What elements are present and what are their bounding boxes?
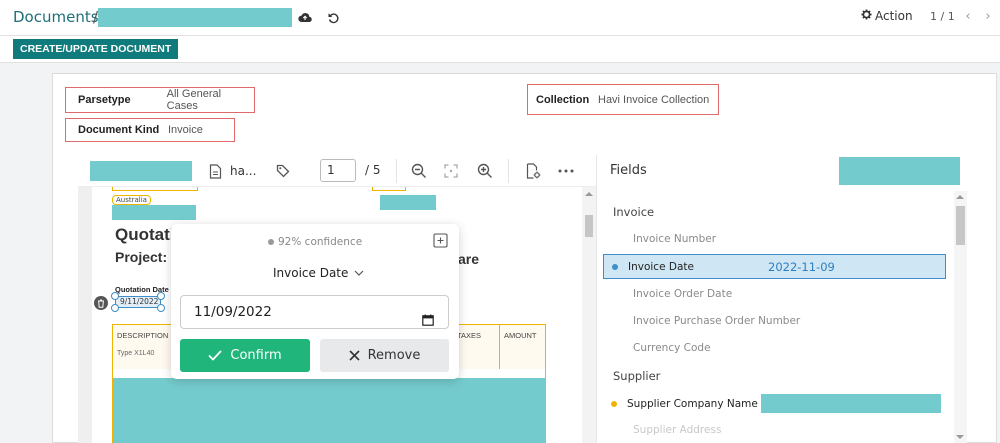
field-currency-code[interactable]: Currency Code — [633, 342, 711, 354]
field-group-supplier: Supplier — [613, 369, 661, 383]
redacted-table-body — [113, 378, 545, 443]
action-menu-button[interactable]: Action — [861, 9, 913, 23]
zoom-out-icon[interactable] — [410, 162, 428, 180]
field-invoice-number[interactable]: Invoice Number — [633, 233, 716, 245]
field-invoice-purchase-order-number[interactable]: Invoice Purchase Order Number — [633, 315, 800, 327]
pdf-scrollbar[interactable] — [582, 187, 596, 443]
fit-page-icon[interactable] — [442, 162, 460, 180]
redacted-text — [380, 195, 436, 210]
pdf-country[interactable]: Australia — [112, 195, 151, 205]
breadcrumb-documents[interactable]: Documents — [13, 8, 99, 26]
field-type-dropdown[interactable]: Invoice Date — [273, 266, 364, 280]
chevron-right-icon[interactable]: › — [981, 8, 995, 24]
collection-label: Collection — [536, 93, 590, 106]
table-divider — [499, 325, 500, 369]
field-supplier-company-name[interactable]: Supplier Company Name — [603, 391, 946, 416]
field-supplier-address[interactable]: Supplier Address — [633, 424, 721, 436]
date-input[interactable]: 11/09/2022 — [180, 295, 449, 329]
control-bar: CREATE/UPDATE DOCUMENT — [0, 36, 1000, 63]
gear-icon — [861, 9, 872, 23]
record-pager: 1 / 1 — [930, 10, 955, 23]
scroll-up-arrow-icon[interactable] — [585, 192, 593, 196]
chevron-left-icon[interactable]: ‹ — [961, 8, 975, 24]
page-number-input[interactable]: 1 — [320, 159, 356, 182]
viewer-toolbar: ha... 1 / 5 — [78, 155, 596, 187]
pdf-title-tail: are — [458, 251, 480, 267]
fields-list: Invoice Invoice Number Invoice Date 2022… — [597, 191, 955, 443]
tag-icon[interactable] — [274, 162, 292, 180]
fields-panel-title: Fields — [610, 163, 647, 178]
col-description: DESCRIPTION — [117, 331, 169, 340]
scroll-down-arrow-icon[interactable] — [956, 435, 964, 439]
create-update-document-button[interactable]: CREATE/UPDATE DOCUMENT — [13, 39, 179, 59]
pdf-project: Project: I — [115, 249, 175, 265]
fields-panel: Fields Invoice Invoice Number Invoice Da… — [596, 155, 967, 443]
expand-add-icon[interactable] — [433, 233, 448, 252]
field-invoice-date-label: Invoice Date — [628, 260, 694, 273]
remove-button[interactable]: Remove — [320, 339, 449, 372]
confirm-label: Confirm — [230, 348, 282, 363]
trash-icon[interactable] — [94, 296, 108, 310]
field-invoice-date-selected[interactable]: Invoice Date 2022-11-09 — [603, 254, 946, 279]
chevron-down-icon — [354, 270, 364, 276]
status-dot — [612, 263, 618, 270]
top-bar: Documents / Action 1 / 1 ‹ › — [0, 0, 1000, 36]
redacted-document-name — [98, 8, 292, 27]
action-label: Action — [875, 9, 913, 23]
col-amount: AMOUNT — [504, 331, 537, 340]
confirm-button[interactable]: Confirm — [180, 339, 310, 372]
status-dot — [611, 400, 617, 407]
toolbar-divider — [396, 159, 397, 183]
redacted-panel-block — [839, 157, 960, 185]
field-group-invoice: Invoice — [613, 205, 655, 219]
file-settings-icon[interactable] — [524, 162, 542, 180]
zoom-in-icon[interactable] — [476, 162, 494, 180]
confidence-dot — [268, 239, 274, 245]
field-invoice-date-value: 2022-11-09 — [768, 259, 835, 274]
resize-handle[interactable] — [157, 304, 165, 312]
document-kind-value: Invoice — [168, 124, 203, 136]
redacted-field-value — [761, 394, 941, 413]
pdf-title: Quotati — [115, 225, 175, 244]
fields-scrollbar[interactable] — [954, 191, 967, 443]
confidence-text: 92% confidence — [278, 236, 363, 248]
file-name: ha... — [230, 164, 257, 178]
more-options-icon[interactable] — [557, 162, 575, 180]
toolbar-divider — [508, 159, 509, 183]
page-total: / 5 — [365, 163, 381, 177]
col-taxes: TAXES — [457, 331, 482, 340]
resize-handle[interactable] — [111, 292, 119, 300]
undo-icon[interactable] — [324, 8, 342, 26]
confidence-indicator: 92% confidence — [268, 236, 362, 248]
parsetype-field[interactable]: Parsetype All General Cases — [65, 87, 255, 113]
document-kind-field[interactable]: Document Kind Invoice — [65, 118, 235, 142]
file-icon[interactable] — [206, 162, 224, 180]
resize-handle[interactable] — [157, 292, 165, 300]
field-invoice-order-date[interactable]: Invoice Order Date — [633, 288, 732, 300]
quotation-date-selection[interactable]: 9/11/2022 — [115, 296, 161, 308]
field-type-label: Invoice Date — [273, 266, 349, 280]
cloud-upload-icon[interactable] — [296, 8, 314, 26]
collection-value: Havi Invoice Collection — [598, 93, 710, 106]
check-icon — [208, 350, 223, 361]
remove-label: Remove — [367, 348, 421, 363]
redacted-toolbar-block — [90, 161, 192, 181]
scroll-up-arrow-icon[interactable] — [956, 195, 964, 199]
parsetype-value: All General Cases — [166, 88, 222, 112]
collection-field[interactable]: Collection Havi Invoice Collection — [527, 84, 719, 115]
pdf-annotation-box — [112, 187, 198, 191]
field-edit-popup: 92% confidence Invoice Date 11/09/2022 C… — [171, 224, 459, 379]
document-kind-label: Document Kind — [78, 124, 160, 136]
pdf-annotation-box — [372, 187, 406, 191]
item-type: Type X1L40 — [117, 350, 155, 357]
redacted-text — [112, 205, 196, 220]
fields-scroll-thumb[interactable] — [956, 206, 965, 245]
date-input-value: 11/09/2022 — [194, 304, 272, 320]
field-supplier-company-name-label: Supplier Company Name — [627, 397, 758, 410]
close-icon — [349, 350, 360, 361]
calendar-icon[interactable] — [422, 306, 434, 338]
parsetype-label: Parsetype — [78, 94, 131, 106]
pdf-scroll-thumb[interactable] — [585, 215, 593, 237]
resize-handle[interactable] — [111, 304, 119, 312]
